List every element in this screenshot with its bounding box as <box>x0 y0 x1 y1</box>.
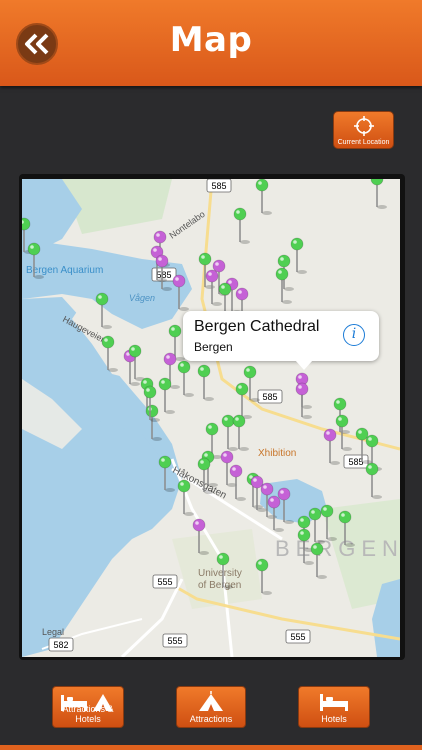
tab-hotels[interactable]: Hotels <box>298 686 370 728</box>
university-label-line1: University <box>198 568 242 579</box>
route-shield: 555 <box>162 633 188 648</box>
route-shield: 555 <box>152 574 178 589</box>
route-shield: 585 <box>257 389 283 404</box>
route-label: 555 <box>290 632 305 642</box>
tab-label: Hotels <box>321 714 347 724</box>
page-title: Map <box>169 20 253 60</box>
route-label: 585 <box>211 181 226 191</box>
aquarium-label: Bergen Aquarium <box>26 265 103 276</box>
map-view[interactable]: 585 585 585 585 555 555 555 582 Bergen A… <box>22 179 400 657</box>
header-bar: Map <box>0 0 422 86</box>
tab-label: Attractions <box>189 714 233 724</box>
tent-icon <box>199 691 223 711</box>
legal-link[interactable]: Legal <box>42 627 64 637</box>
tab-attractions-hotels[interactable]: Attractions & Hotels <box>52 686 124 728</box>
route-label: 582 <box>53 640 68 650</box>
route-shield: 555 <box>285 629 311 644</box>
map-canvas: 585 585 585 585 555 555 555 582 Bergen A… <box>22 179 400 657</box>
route-label: 585 <box>262 392 277 402</box>
bottom-accent-bar <box>0 745 422 750</box>
current-location-label: Current Location <box>337 139 390 146</box>
current-location-button[interactable]: Current Location <box>333 111 394 149</box>
xhibition-label: Xhibition <box>258 448 296 459</box>
map-frame: 585 585 585 585 555 555 555 582 Bergen A… <box>19 174 405 660</box>
bed-icon <box>320 694 348 711</box>
city-label: BERGEN <box>275 536 400 561</box>
callout-title: Bergen Cathedral <box>194 318 320 335</box>
map-callout[interactable]: Bergen Cathedral Bergen i <box>183 311 379 370</box>
vagen-label: Vågen <box>129 293 155 303</box>
route-shield: 582 <box>48 637 74 652</box>
tab-label: Attractions & Hotels <box>62 704 114 724</box>
route-label: 555 <box>157 577 172 587</box>
university-label-line2: of Bergen <box>198 580 241 591</box>
route-shield: 585 <box>206 179 232 193</box>
info-icon[interactable]: i <box>343 324 365 346</box>
crosshair-icon <box>353 116 374 136</box>
route-label: 555 <box>167 636 182 646</box>
callout-subtitle: Bergen <box>194 340 233 354</box>
tab-attractions[interactable]: Attractions <box>176 686 246 728</box>
